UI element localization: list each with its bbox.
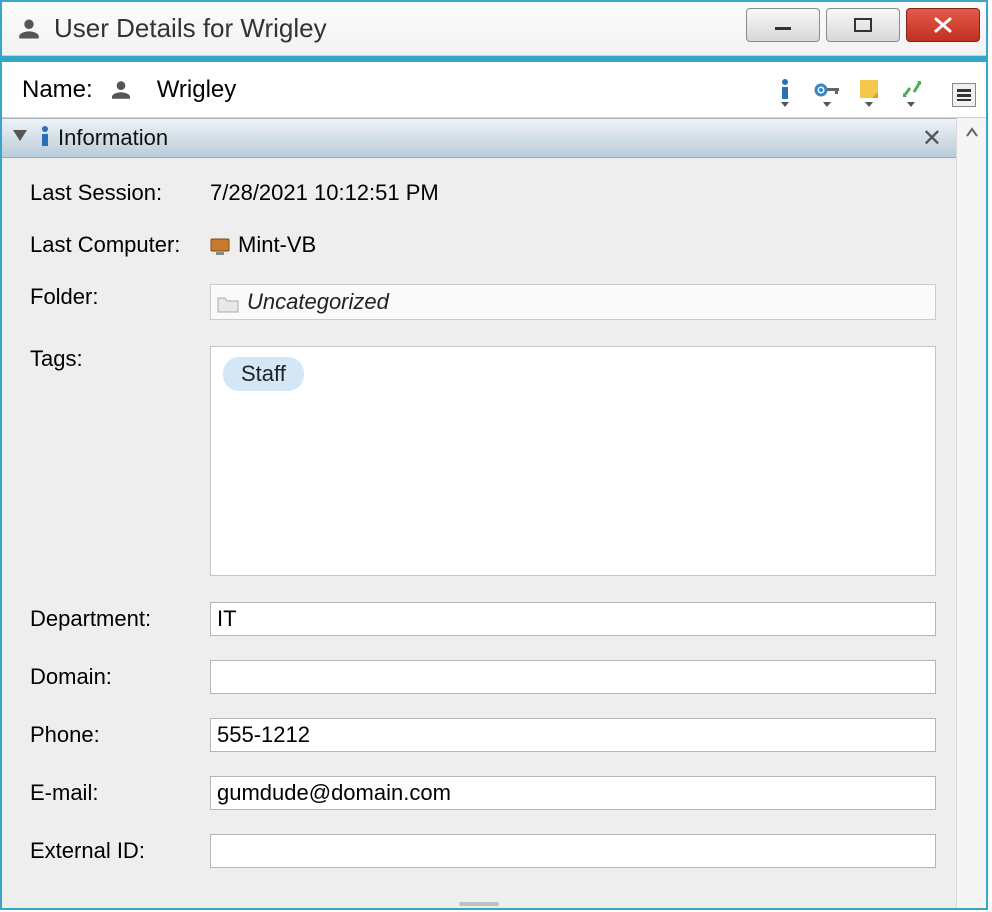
folder-label: Folder:: [30, 284, 210, 310]
last-computer-value: Mint-VB: [210, 232, 936, 258]
row-email: E-mail:: [30, 776, 936, 810]
user-icon: [16, 16, 42, 42]
row-folder: Folder: Uncategorized: [30, 284, 936, 320]
phone-label: Phone:: [30, 722, 210, 748]
row-tags: Tags: Staff: [30, 346, 936, 576]
menu-button[interactable]: [952, 83, 976, 107]
content-column: Information ✕ Last Session: 7/28/2021 10…: [2, 118, 956, 908]
last-session-label: Last Session:: [30, 180, 210, 206]
folder-text: Uncategorized: [247, 289, 389, 315]
info-icon: [38, 125, 52, 152]
name-bar: Name: Wrigley: [2, 62, 986, 118]
external-id-input[interactable]: [210, 834, 936, 868]
keys-icon[interactable]: [814, 73, 840, 107]
minimize-button[interactable]: [746, 8, 820, 42]
row-last-computer: Last Computer: Mint-VB: [30, 232, 936, 258]
refresh-icon[interactable]: [898, 73, 924, 107]
tags-label: Tags:: [30, 346, 210, 372]
row-department: Department:: [30, 602, 936, 636]
external-id-label: External ID:: [30, 838, 210, 864]
name-value: Wrigley: [157, 76, 237, 104]
domain-label: Domain:: [30, 664, 210, 690]
maximize-button[interactable]: [826, 8, 900, 42]
name-label: Name:: [22, 76, 93, 104]
phone-input[interactable]: [210, 718, 936, 752]
last-computer-text: Mint-VB: [238, 232, 316, 258]
toolbar: [772, 73, 976, 107]
window-controls: [746, 8, 980, 42]
scrollbar[interactable]: [956, 118, 986, 908]
row-external-id: External ID:: [30, 834, 936, 868]
info-body: Last Session: 7/28/2021 10:12:51 PM Last…: [2, 158, 956, 900]
row-last-session: Last Session: 7/28/2021 10:12:51 PM: [30, 180, 936, 206]
domain-input[interactable]: [210, 660, 936, 694]
row-phone: Phone:: [30, 718, 936, 752]
window-title: User Details for Wrigley: [54, 13, 327, 44]
window-frame: User Details for Wrigley Name: Wrigley: [0, 0, 988, 910]
close-button[interactable]: [906, 8, 980, 42]
department-label: Department:: [30, 606, 210, 632]
info-icon[interactable]: [772, 73, 798, 107]
tags-box[interactable]: Staff: [210, 346, 936, 576]
email-input[interactable]: [210, 776, 936, 810]
resize-grip[interactable]: [2, 900, 956, 908]
department-input[interactable]: [210, 602, 936, 636]
sticky-note-icon[interactable]: [856, 73, 882, 107]
email-label: E-mail:: [30, 780, 210, 806]
scroll-up-button[interactable]: [957, 118, 986, 146]
title-bar: User Details for Wrigley: [2, 2, 986, 56]
main-area: Information ✕ Last Session: 7/28/2021 10…: [2, 118, 986, 908]
row-domain: Domain:: [30, 660, 936, 694]
collapse-icon[interactable]: [12, 129, 28, 148]
tag-chip[interactable]: Staff: [223, 357, 304, 391]
folder-icon: [217, 293, 239, 311]
section-title: Information: [58, 125, 168, 151]
folder-field[interactable]: Uncategorized: [210, 284, 936, 320]
last-session-value: 7/28/2021 10:12:51 PM: [210, 180, 936, 206]
computer-icon: [210, 236, 230, 254]
section-header[interactable]: Information ✕: [2, 118, 956, 158]
user-icon: [109, 78, 133, 102]
last-computer-label: Last Computer:: [30, 232, 210, 258]
close-icon[interactable]: ✕: [918, 124, 946, 153]
